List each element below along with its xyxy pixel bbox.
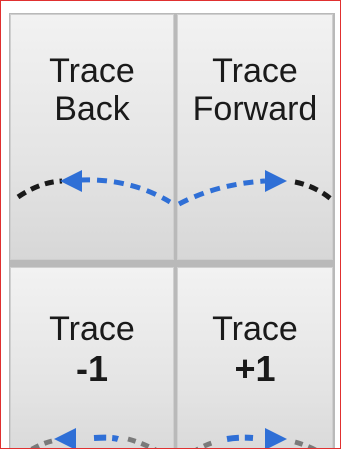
arrow-right-icon: [265, 170, 287, 192]
arrow-right-icon: [265, 428, 287, 448]
trace-back-button[interactable]: Trace Back: [10, 14, 174, 260]
trace-minus-one-path-icon: [28, 428, 157, 448]
trace-minus-one-button[interactable]: Trace -1: [10, 267, 174, 448]
trace-button-panel: Trace Back Trace Forward Trace -1 Trace …: [0, 0, 341, 449]
trace-plus-one-button[interactable]: Trace +1: [177, 267, 333, 448]
trace-back-path-icon: [16, 170, 172, 205]
button-grid: Trace Back Trace Forward Trace -1 Trace …: [9, 13, 335, 448]
trace-forward-button[interactable]: Trace Forward: [177, 14, 333, 260]
trace-plus-one-path-icon: [195, 428, 318, 448]
arrow-left-icon: [60, 170, 82, 192]
arrow-left-icon: [54, 428, 76, 448]
trace-forward-path-icon: [177, 170, 333, 207]
